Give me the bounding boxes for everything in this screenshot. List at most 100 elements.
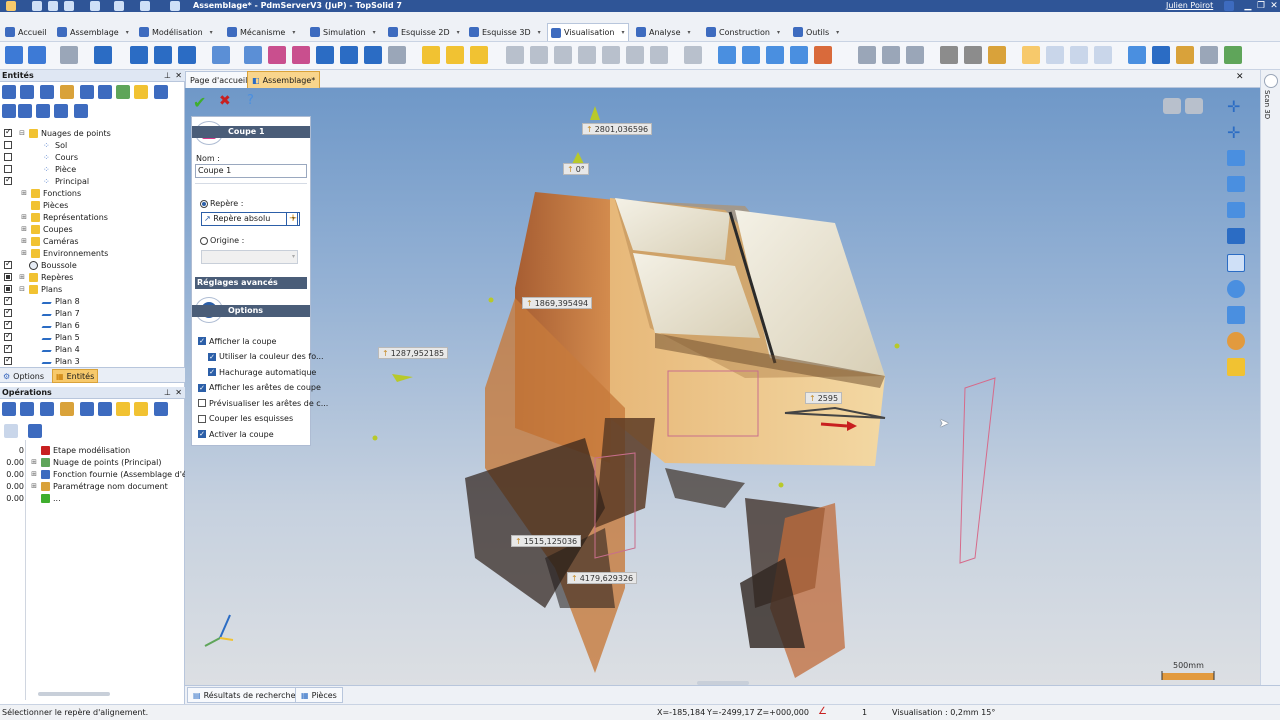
view-tool-icon[interactable] [154,46,172,64]
name-input[interactable]: Coupe 1 [195,164,307,178]
section-icon[interactable] [446,46,464,64]
tree-icon[interactable] [98,402,112,416]
tab-esquisse-2d[interactable]: Esquisse 2D ▾ [385,23,463,41]
tab-simulation[interactable]: Simulation ▾ [307,23,379,41]
tree-icon[interactable] [40,85,54,99]
display-icon[interactable] [506,46,524,64]
link-icon[interactable] [20,85,34,99]
view-icon[interactable] [54,104,68,118]
repere-radio[interactable]: Repère : [200,199,243,208]
option-checkbox-row[interactable]: ✓ Activer la coupe [198,428,274,440]
highlight-icon[interactable] [116,402,130,416]
visibility-checkbox[interactable] [4,175,12,185]
tab-mecanisme[interactable]: Mécanisme ▾ [224,23,298,41]
tree-icon[interactable] [98,85,112,99]
repere-select[interactable]: ↗ Repère absolu ▾ [201,212,298,226]
expand-toggle-icon[interactable]: ⊟ [18,285,26,293]
visibility-checkbox[interactable] [4,295,12,305]
refresh-icon[interactable] [140,1,150,11]
tree-item[interactable]: ⁘ Principal [4,175,89,187]
highlight-icon[interactable] [134,402,148,416]
render-icon[interactable] [268,46,286,64]
horizontal-scrollbar[interactable] [38,692,110,696]
tab-options[interactable]: ⚙ Options [0,369,47,383]
window-menu-icon[interactable] [170,1,180,11]
shading-icon[interactable] [940,46,958,64]
tree-item[interactable]: ⊞ Fonctions [4,187,81,199]
shading-icon[interactable] [964,46,982,64]
chevron-down-icon[interactable]: ▾ [836,29,839,36]
checkbox[interactable] [198,414,206,423]
visibility-checkbox[interactable] [4,319,12,329]
tab-outils[interactable]: Outils ▾ [790,23,842,41]
user-avatar-icon[interactable] [1224,1,1234,11]
close-icon[interactable]: ✕ [1236,72,1244,82]
navigation-icon[interactable] [1128,46,1146,64]
help-icon[interactable]: ? [247,93,254,108]
tree-item[interactable]: Boussole [4,259,77,271]
tree-icon[interactable] [80,85,94,99]
3d-viewport[interactable]: ↑ 2801,036596 ↑ 0° ↑ 1869,395494 ↑ 1287,952185 ↑… [185,88,1260,685]
visibility-checkbox[interactable] [4,331,12,341]
filter-icon[interactable] [858,46,876,64]
option-checkbox-row[interactable]: Prévisualiser les arêtes de c... [198,397,328,409]
splitter-handle[interactable] [697,681,749,685]
user-name-link[interactable]: Julien Poirot [1166,1,1213,10]
checkbox[interactable]: ✓ [208,352,216,361]
sort-icon[interactable] [116,85,130,99]
tab-assembly-document[interactable]: ◧ Assemblage* [247,71,321,88]
navigation-icon[interactable] [1176,46,1194,64]
tab-analyse[interactable]: Analyse ▾ [633,23,694,41]
expand-toggle-icon[interactable]: ⊟ [18,129,26,137]
visibility-checkbox[interactable] [4,165,12,173]
option-checkbox-row[interactable]: ✓ Utiliser la couleur des fo... [208,351,324,363]
pin-icon[interactable]: ⊥ [164,70,171,82]
visibility-checkbox[interactable] [4,355,12,365]
display-icon[interactable] [578,46,596,64]
tree-item[interactable]: ⊟ Nuages de points [4,127,111,139]
checkbox[interactable] [198,399,206,407]
view-tool-icon[interactable] [28,46,46,64]
dimension-label[interactable]: ↑ 1869,395494 [522,297,593,309]
tree-item[interactable]: ⊟ Plans [4,283,62,295]
tree-icon[interactable] [80,402,94,416]
view-tool-icon[interactable] [130,46,148,64]
plane-tool-icon[interactable] [244,46,262,64]
tab-accueil[interactable]: Accueil [2,23,50,41]
expand-toggle-icon[interactable]: ⊞ [20,249,28,257]
redo-icon[interactable] [114,1,124,11]
expand-toggle-icon[interactable]: ⊞ [30,458,38,466]
radio-selected[interactable] [200,199,208,208]
tree-item[interactable]: Pièces [4,199,68,211]
tab-esquisse-3d[interactable]: Esquisse 3D ▾ [466,23,544,41]
display-icon[interactable] [684,46,702,64]
chevron-down-icon[interactable]: ▾ [622,29,625,36]
chevron-down-icon[interactable]: ▾ [373,29,376,36]
link-icon[interactable] [20,402,34,416]
visibility-checkbox[interactable] [4,285,12,293]
chevron-down-icon[interactable]: ▾ [210,29,213,36]
dimension-label[interactable]: ↑ 1515,125036 [511,535,582,547]
checkbox[interactable]: ✓ [198,383,206,392]
section-icon[interactable] [422,46,440,64]
chevron-down-icon[interactable]: ▾ [688,29,691,36]
tab-search-results[interactable]: ▤ Résultats de recherche [187,687,302,703]
option-checkbox-row[interactable]: Couper les esquisses [198,413,293,425]
palette-icon[interactable] [1227,332,1245,350]
light-icon[interactable] [1227,358,1245,376]
highlight-icon[interactable] [134,85,148,99]
tab-assemblage[interactable]: Assemblage ▾ [54,23,132,41]
display-icon[interactable] [626,46,644,64]
perspective-icon[interactable] [1070,46,1088,64]
tree-item[interactable]: ⊞ Coupes [4,223,73,235]
option-checkbox-row[interactable]: ✓ Afficher les arêtes de coupe [198,382,321,394]
tab-entities[interactable]: ▦ Entités [52,369,99,383]
check-icon[interactable]: ✔ [193,93,206,112]
tree-item[interactable]: Plan 5 [4,331,80,343]
dimension-label[interactable]: ↑ 1287,952185 [378,347,449,359]
view-icon[interactable] [18,104,32,118]
tree-item[interactable]: Plan 4 [4,343,80,355]
maximize-button[interactable]: ❐ [1255,0,1267,12]
navigation-icon[interactable] [1224,46,1242,64]
tree-item[interactable]: ⊞ Repères [4,271,73,283]
